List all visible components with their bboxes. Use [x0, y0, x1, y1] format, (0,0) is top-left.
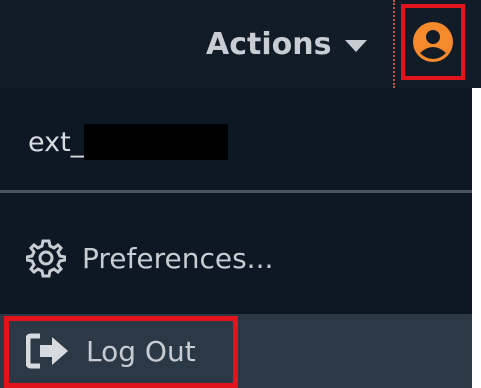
- username-redacted-block: [84, 124, 229, 160]
- username: ext_: [28, 124, 229, 160]
- menu-separator: [0, 190, 472, 193]
- preferences-label: Preferences...: [82, 241, 274, 275]
- user-menu-button[interactable]: [401, 4, 465, 80]
- log-out-label: Log Out: [86, 334, 196, 368]
- user-dropdown-menu: ext_ Preferences... Log Out: [0, 88, 472, 388]
- top-bar: Actions: [0, 0, 481, 88]
- sign-out-icon: [26, 333, 70, 369]
- menu-item-log-out[interactable]: Log Out: [0, 314, 472, 388]
- menu-item-preferences[interactable]: Preferences...: [0, 218, 472, 298]
- menu-right-edge: [472, 88, 481, 388]
- header-divider: [393, 0, 395, 88]
- username-row: ext_: [0, 88, 472, 192]
- username-prefix: ext_: [28, 126, 85, 158]
- user-avatar-icon: [411, 20, 455, 64]
- actions-label: Actions: [206, 26, 332, 62]
- actions-dropdown-button[interactable]: Actions: [206, 22, 368, 66]
- caret-down-icon: [345, 40, 368, 52]
- gear-icon: [26, 238, 66, 278]
- screenshot-frame: Actions ext_ Preferences... Log Out: [0, 0, 481, 388]
